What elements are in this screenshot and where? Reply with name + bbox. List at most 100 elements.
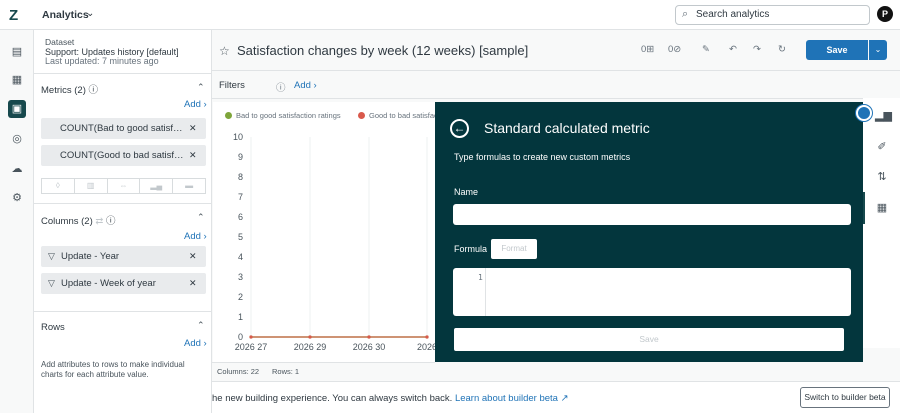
columns-title: Columns (2) ⇄ ⓘ [41, 216, 116, 227]
columns-icon[interactable]: ▥ [73, 178, 107, 194]
format-button[interactable]: Format [491, 239, 537, 259]
metric-tools: ◊ ▥ ⇔ ▂▄ ▬ [41, 178, 206, 194]
divider [212, 70, 900, 71]
filters-add-link[interactable]: Add › [294, 80, 317, 91]
x-tick-label: 2026 30 [353, 342, 386, 352]
panel-toggle-handle[interactable] [856, 105, 872, 121]
legend-label[interactable]: Good to bad satisfaction ratings [369, 111, 435, 120]
learn-more-link[interactable]: Learn about builder beta ↗ [455, 393, 569, 404]
y-tick-label: 10 [233, 132, 243, 142]
y-tick-label: 7 [238, 192, 243, 202]
dashboard-icon[interactable]: ▤ [8, 43, 26, 61]
column-label: Update - Year [61, 251, 120, 262]
info-icon[interactable]: ⓘ [276, 80, 286, 94]
y-tick-label: 6 [238, 212, 243, 222]
remove-icon[interactable]: ✕ [189, 273, 197, 294]
count-b: 0⊘ [668, 44, 682, 55]
y-tick-label: 1 [238, 312, 243, 322]
sort-icon[interactable]: ⇅ [875, 170, 889, 184]
visualization-icon[interactable]: ▂▆ [875, 109, 892, 123]
zendesk-logo[interactable]: Z [9, 7, 18, 24]
app-title[interactable]: Analytics [42, 9, 89, 21]
column-pill[interactable]: ▽ Update - Year ✕ [41, 246, 206, 267]
columns-add-link[interactable]: Add › [184, 231, 207, 242]
info-icon[interactable]: ⓘ [89, 85, 99, 96]
favorite-star-icon[interactable]: ☆ [219, 44, 230, 58]
swap-icon[interactable]: ⇔ [106, 178, 140, 194]
back-arrow-icon[interactable]: ← [450, 119, 469, 138]
chart-svg: 0 1 2 3 4 5 6 7 8 9 10 2026 27 2026 29 2026 30 2026 [233, 132, 435, 352]
y-tick-label: 0 [238, 332, 243, 342]
count-a: 0⊞ [641, 44, 655, 55]
settings-gear-icon[interactable]: ⚙ [8, 189, 26, 207]
info-icon[interactable]: ⓘ [106, 216, 116, 227]
metrics-add-link[interactable]: Add › [184, 99, 207, 110]
tag-icon[interactable]: ⊘ [673, 44, 681, 55]
data-point[interactable] [367, 335, 371, 339]
data-point[interactable] [308, 335, 312, 339]
left-navigation: ▤ ▦ ▣ ◎ ☁ ⚙ [0, 30, 34, 413]
refresh-icon[interactable]: ↻ [778, 44, 786, 55]
save-button[interactable]: Save [806, 40, 868, 60]
calculated-metric-panel: ← Standard calculated metric Type formul… [435, 102, 863, 362]
save-metric-button[interactable]: Save [454, 328, 844, 351]
y-tick-label: 8 [238, 172, 243, 182]
grid-icon[interactable]: ⊞ [646, 44, 654, 55]
paintbrush-icon[interactable]: ✐ [875, 140, 889, 154]
legend-label[interactable]: Bad to good satisfaction ratings [236, 111, 341, 120]
collapse-chevron-icon[interactable]: ⌃ [197, 212, 205, 223]
undo-icon[interactable]: ↶ [729, 44, 737, 55]
y-tick-label: 9 [238, 152, 243, 162]
report-title[interactable]: Satisfaction changes by week (12 weeks) … [237, 43, 528, 58]
metric-label: COUNT(Bad to good satisfaction ratings) [60, 123, 187, 134]
redo-icon[interactable]: ↷ [753, 44, 761, 55]
save-dropdown-chevron-icon[interactable]: ⌄ [869, 40, 887, 60]
switch-to-builder-beta-button[interactable]: Switch to builder beta [800, 387, 890, 408]
data-point[interactable] [249, 335, 253, 339]
search-box[interactable]: ⌕ [675, 5, 870, 25]
banner-message: he new building experience. You can alwa… [212, 393, 569, 404]
datasets-icon[interactable]: ◎ [8, 130, 26, 148]
top-bar: Z Analytics ⌄ ⌕ P [0, 0, 900, 30]
search-input[interactable] [696, 9, 866, 20]
collapse-chevron-icon[interactable]: ⌃ [197, 320, 205, 331]
divider [34, 203, 212, 204]
divider [34, 73, 212, 74]
name-field[interactable] [453, 204, 851, 225]
formula-editor[interactable]: 1 [453, 268, 851, 316]
bar-chart-icon[interactable]: ▂▄ [139, 178, 173, 194]
cloud-upload-icon[interactable]: ☁ [8, 160, 26, 178]
avatar[interactable]: P [877, 6, 893, 22]
drop-icon[interactable]: ◊ [41, 178, 74, 194]
panel-title: Standard calculated metric [484, 120, 650, 136]
x-tick-label: 2026 27 [235, 342, 268, 352]
metric-pill[interactable]: COUNT(Bad to good satisfaction ratings) … [41, 118, 206, 139]
collapse-chevron-icon[interactable]: ⌃ [197, 82, 205, 93]
remove-icon[interactable]: ✕ [189, 118, 197, 139]
calculator-icon[interactable]: ▦ [875, 201, 889, 215]
app-switcher-chevron-icon[interactable]: ⌄ [86, 8, 94, 19]
metric-pill[interactable]: COUNT(Good to bad satisfaction ratings) … [41, 145, 206, 166]
filter-icon[interactable]: ▽ [48, 246, 55, 267]
report-config-panel: Dataset Support: Updates history [defaul… [34, 30, 212, 413]
report-builder-icon[interactable]: ▣ [8, 100, 26, 118]
edit-icon[interactable]: ✎ [702, 44, 710, 55]
filter-icon[interactable]: ▽ [48, 273, 55, 294]
data-point[interactable] [425, 335, 429, 339]
column-pill[interactable]: ▽ Update - Week of year ✕ [41, 273, 206, 294]
formula-label: Formula [454, 244, 488, 254]
y-tick-label: 2 [238, 292, 243, 302]
divider [212, 362, 435, 363]
columns-count: Columns: 22 [217, 367, 260, 376]
panel-subtitle: Type formulas to create new custom metri… [454, 152, 631, 162]
reports-grid-icon[interactable]: ▦ [8, 71, 26, 89]
rows-add-link[interactable]: Add › [184, 338, 207, 349]
comment-icon[interactable]: ▬ [172, 178, 206, 194]
remove-icon[interactable]: ✕ [189, 246, 197, 267]
filters-label: Filters [219, 80, 245, 91]
divider [212, 98, 863, 99]
divider [34, 311, 212, 312]
swap-icon[interactable]: ⇄ [95, 216, 103, 227]
remove-icon[interactable]: ✕ [189, 145, 197, 166]
name-label: Name [454, 187, 479, 197]
